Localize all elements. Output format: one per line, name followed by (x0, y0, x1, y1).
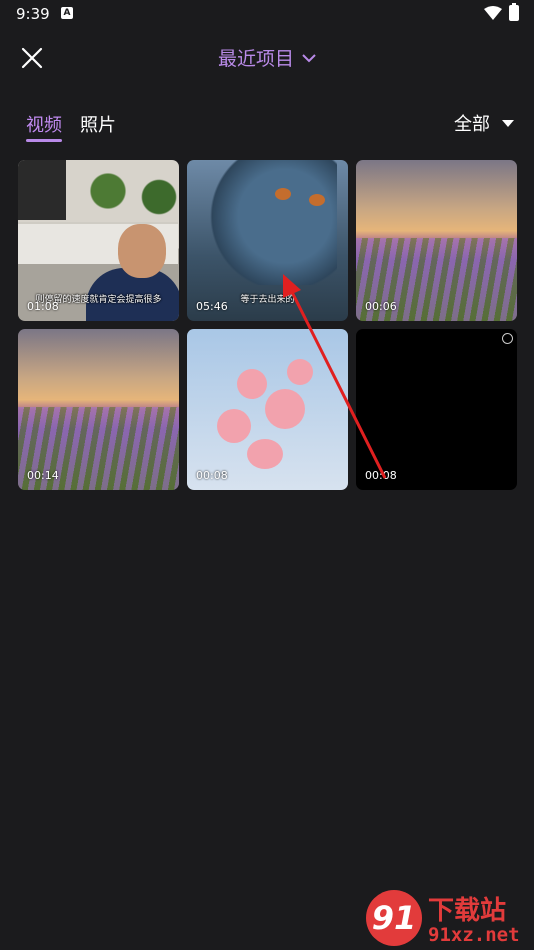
watermark-url: 91xz.net (428, 924, 520, 946)
watermark: 91 下载站 91xz.net (366, 890, 530, 946)
watermark-logo: 91 (366, 890, 422, 946)
annotation-arrow-icon (283, 274, 387, 479)
watermark-title: 下载站 (428, 896, 507, 926)
